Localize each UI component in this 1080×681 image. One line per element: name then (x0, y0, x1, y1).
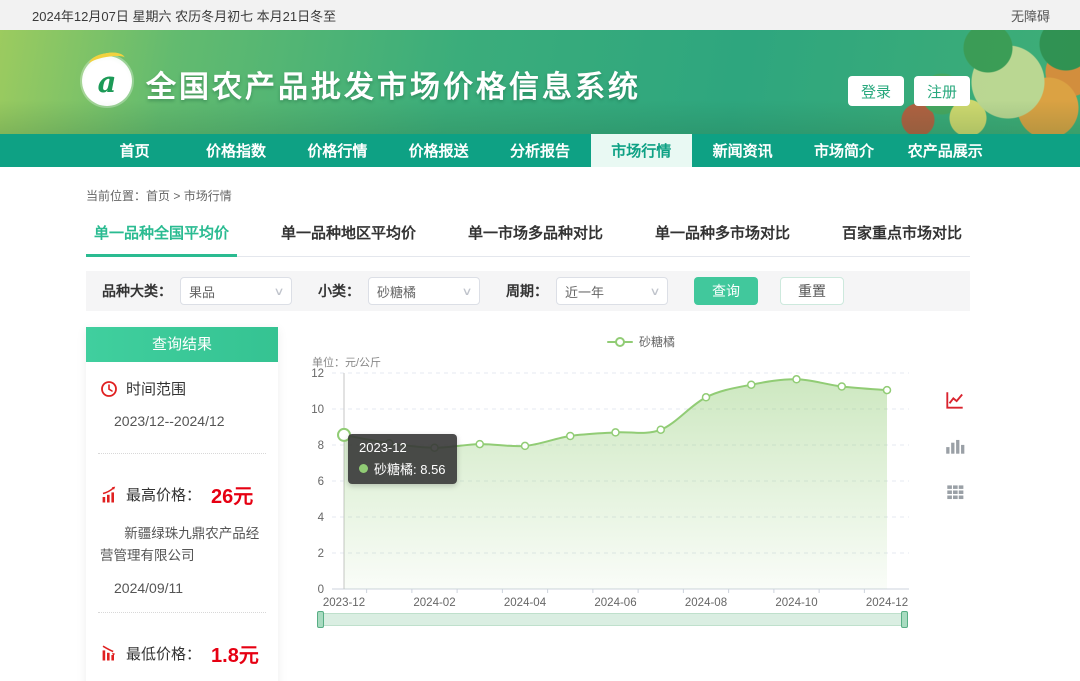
tab-top100-markets[interactable]: 百家重点市场对比 (834, 220, 970, 256)
legend-line-marker-icon (607, 341, 633, 343)
nav-item-price-submit[interactable]: 价格报送 (388, 134, 489, 167)
nav-item-market-quotes[interactable]: 市场行情 (591, 134, 692, 167)
max-price-company: 新疆绿珠九鼎农产品经营管理有限公司 (100, 523, 264, 568)
max-price-value: 26元 (211, 480, 253, 509)
datazoom-right-handle[interactable] (901, 611, 908, 628)
time-range-value: 2023/12--2024/12 (114, 413, 264, 429)
top-info-bar: 2024年12月07日 星期六 农历冬月初七 本月21日冬至 无障碍 (0, 0, 1080, 30)
datazoom-slider[interactable] (319, 613, 906, 626)
price-chart-panel: 砂糖橘 单位：元/公斤 0246810122023-122024-022024-… (286, 327, 996, 645)
period-select[interactable]: 近一年 ∨ (556, 277, 668, 305)
svg-text:4: 4 (318, 512, 325, 524)
logo-glyph: a (98, 68, 117, 97)
result-sidebar: 查询结果 时间范围 2023/12--2024/12 最高价格： 26元 新疆绿… (86, 327, 278, 681)
nav-item-news[interactable]: 新闻资讯 (692, 134, 793, 167)
filter-subcategory: 小类： 砂糖橘 ∨ (318, 277, 480, 305)
filter-bar: 品种大类： 果品 ∨ 小类： 砂糖橘 ∨ 周期： 近一年 ∨ 查询 重置 (86, 271, 970, 311)
site-banner: a 全国农产品批发市场价格信息系统 登录 注册 (0, 30, 1080, 134)
tab-region-average[interactable]: 单一品种地区平均价 (273, 220, 424, 256)
svg-text:2024-04: 2024-04 (504, 597, 547, 609)
svg-text:10: 10 (311, 404, 324, 416)
svg-text:2024-12: 2024-12 (866, 597, 908, 609)
svg-text:2: 2 (318, 548, 324, 560)
breadcrumb-prefix: 当前位置： (86, 189, 146, 203)
breadcrumb-current: 市场行情 (184, 189, 232, 203)
category-select[interactable]: 果品 ∨ (180, 277, 292, 305)
accessibility-link[interactable]: 无障碍 (1011, 6, 1050, 25)
breadcrumb-home-link[interactable]: 首页 (146, 189, 170, 203)
nav-item-home[interactable]: 首页 (84, 134, 185, 167)
max-price-label: 最高价格： (126, 484, 201, 505)
time-range-label: 时间范围 (126, 378, 186, 399)
date-text: 2024年12月07日 星期六 农历冬月初七 本月21日冬至 (32, 6, 336, 25)
min-price-block: 最低价格： 1.8元 邯郸开发区滏东现代农业管理有限公司 2024/03/22 (86, 623, 278, 681)
legend-label: 砂糖橘 (639, 333, 675, 350)
compare-mode-tabs: 单一品种全国平均价 单一品种地区平均价 单一市场多品种对比 单一品种多市场对比 … (86, 220, 970, 257)
site-title: 全国农产品批发市场价格信息系统 (146, 62, 641, 106)
line-chart-icon[interactable] (944, 389, 966, 411)
subcategory-select[interactable]: 砂糖橘 ∨ (368, 277, 480, 305)
site-logo[interactable]: a (82, 56, 132, 106)
nav-item-market-intro[interactable]: 市场简介 (793, 134, 894, 167)
auth-buttons: 登录 注册 (848, 76, 970, 106)
svg-text:2024-02: 2024-02 (413, 597, 455, 609)
main-nav: 首页 价格指数 价格行情 价格报送 分析报告 市场行情 新闻资讯 市场简介 农产… (0, 134, 1080, 167)
svg-text:2023-12: 2023-12 (323, 597, 365, 609)
bar-chart-icon[interactable] (944, 435, 966, 457)
svg-text:6: 6 (318, 476, 324, 488)
chevron-down-icon: ∨ (649, 285, 660, 298)
svg-text:8: 8 (318, 440, 324, 452)
dotted-divider (98, 612, 266, 613)
min-price-label: 最低价格： (126, 643, 201, 664)
nav-item-price-index[interactable]: 价格指数 (185, 134, 286, 167)
datazoom-left-handle[interactable] (317, 611, 324, 628)
dotted-divider (98, 453, 266, 454)
table-icon[interactable] (944, 481, 966, 503)
min-price-value: 1.8元 (211, 639, 259, 668)
period-value: 近一年 (565, 282, 604, 301)
tab-variety-multi-market[interactable]: 单一品种多市场对比 (647, 220, 798, 256)
clock-icon (100, 380, 118, 398)
register-button[interactable]: 注册 (914, 76, 970, 106)
reset-button[interactable]: 重置 (780, 277, 844, 305)
category-value: 果品 (189, 282, 215, 301)
tab-market-multi-variety[interactable]: 单一市场多品种对比 (460, 220, 611, 256)
svg-text:2024-10: 2024-10 (775, 597, 817, 609)
nav-item-analysis-report[interactable]: 分析报告 (489, 134, 590, 167)
max-price-date: 2024/09/11 (114, 580, 264, 596)
subcategory-value: 砂糖橘 (377, 282, 416, 301)
nav-item-price-market[interactable]: 价格行情 (287, 134, 388, 167)
chevron-down-icon: ∨ (461, 285, 472, 298)
main-content: 查询结果 时间范围 2023/12--2024/12 最高价格： 26元 新疆绿… (86, 327, 996, 681)
tab-national-average[interactable]: 单一品种全国平均价 (86, 220, 237, 256)
breadcrumb: 当前位置：首页 > 市场行情 (86, 187, 1080, 204)
query-button[interactable]: 查询 (694, 277, 758, 305)
svg-text:2024-06: 2024-06 (594, 597, 636, 609)
time-range-block: 时间范围 2023/12--2024/12 (86, 362, 278, 443)
login-button[interactable]: 登录 (848, 76, 904, 106)
filter-period: 周期： 近一年 ∨ (506, 277, 668, 305)
svg-text:0: 0 (318, 584, 324, 596)
result-sidebar-header: 查询结果 (86, 327, 278, 362)
svg-text:2024-08: 2024-08 (685, 597, 727, 609)
chart-type-switcher (944, 389, 966, 503)
period-label: 周期： (506, 281, 548, 301)
max-price-block: 最高价格： 26元 新疆绿珠九鼎农产品经营管理有限公司 2024/09/11 (86, 464, 278, 602)
chart-legend[interactable]: 砂糖橘 (286, 333, 996, 350)
nav-item-products[interactable]: 农产品展示 (895, 134, 996, 167)
falling-chart-icon (100, 644, 118, 662)
filter-category: 品种大类： 果品 ∨ (102, 277, 292, 305)
line-chart[interactable]: 0 2 4 6 8 10 12 2023-12 2024-02 2024-04 2024-06 202… (302, 361, 952, 617)
category-label: 品种大类： (102, 281, 172, 301)
rising-chart-icon (100, 486, 118, 504)
svg-text:12: 12 (311, 368, 324, 380)
chevron-down-icon: ∨ (273, 285, 284, 298)
subcategory-label: 小类： (318, 281, 360, 301)
breadcrumb-separator: > (170, 189, 184, 203)
